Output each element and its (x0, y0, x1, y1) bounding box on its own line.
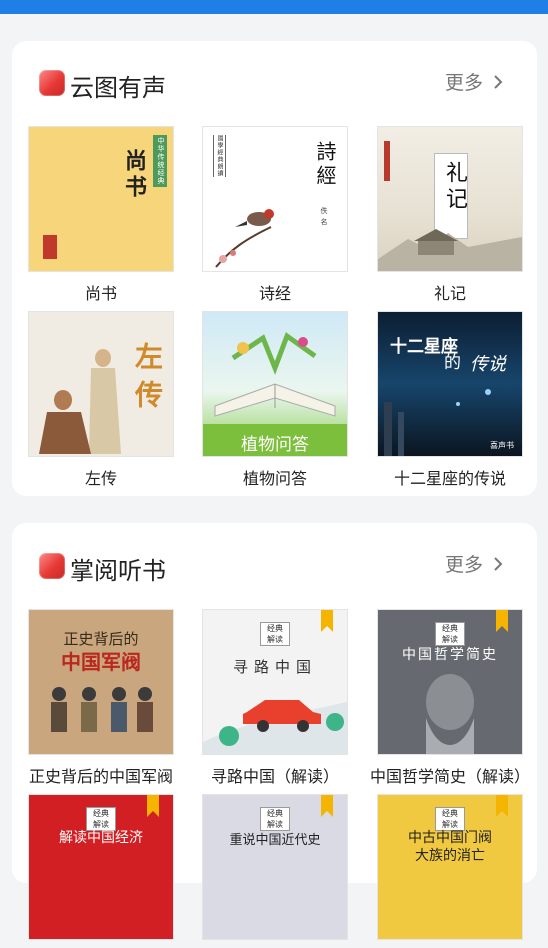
section-header: 掌阅听书 更多 (12, 523, 537, 603)
book-item[interactable]: 尚书 中华传统经典 尚书 (28, 126, 174, 304)
cover-tag: 國學經典朗讀 (213, 135, 226, 177)
book-title: 左传 (84, 469, 117, 488)
cover-tag (384, 141, 390, 181)
cover-title: 尚书 (121, 149, 146, 201)
book-item[interactable]: 经典 解读 寻路中国 寻路中国（解读） (202, 609, 348, 787)
cover-title-line2: 大族的消亡 (415, 848, 485, 864)
cover-title-c: 传说 (470, 354, 506, 375)
book-title: 植物问答 (242, 469, 307, 488)
badge-top: 经典 (442, 624, 458, 633)
book-item[interactable]: 经典 解读 中古中国门阀 大族的消亡 (377, 794, 523, 948)
classic-badge: 经典 解读 (260, 622, 290, 646)
open-book-illustration (214, 332, 336, 417)
book-item[interactable]: 礼记 礼记 (377, 126, 523, 304)
section-icon (39, 553, 65, 579)
landscape-illustration (378, 229, 522, 271)
portrait-illustration (426, 674, 474, 754)
book-title: 诗经 (258, 284, 291, 303)
bookmark-ribbon-icon (496, 795, 508, 817)
book-title: 礼记 (433, 284, 466, 303)
cover-title: 詩經 (313, 141, 337, 189)
bookmark-ribbon-icon (496, 610, 508, 632)
cover-title: 礼记 (442, 161, 467, 213)
book-item[interactable]: 詩經 國學經典朗讀 佚名 诗经 (202, 126, 348, 304)
book-cover: 经典 解读 中古中国门阀 大族的消亡 (377, 794, 523, 940)
more-link[interactable]: 更多 (445, 550, 505, 577)
book-item[interactable]: 正史背后的 中国军阀 正史背后的中国军阀 (28, 609, 174, 787)
bookmark-ribbon-icon (321, 795, 333, 817)
book-cover: 正史背后的 中国军阀 (28, 609, 174, 755)
chevron-right-icon (494, 74, 503, 89)
cover-title: 重说中国近代史 (229, 833, 321, 848)
cover-title: 植物问答 (241, 435, 309, 455)
badge-top: 经典 (93, 809, 109, 818)
book-title: 中国哲学简史（解读） (369, 767, 530, 786)
book-cover: 尚书 中华传统经典 (28, 126, 174, 272)
cover-title: 中国哲学简史 (402, 647, 498, 663)
cover-publisher: 喜声书 (490, 441, 514, 450)
book-cover: 经典 解读 寻路中国 (202, 609, 348, 755)
section-icon (39, 70, 65, 96)
car-illustration (203, 700, 347, 754)
book-cover: 十二星座 的 传说 喜声书 (377, 311, 523, 457)
more-link[interactable]: 更多 (445, 68, 505, 95)
book-cover: 植物问答 (202, 311, 348, 457)
badge-bottom: 解读 (267, 635, 283, 644)
book-cover: 经典 解读 重说中国近代史 (202, 794, 348, 940)
soldiers-illustration (51, 687, 153, 732)
cover-author: 佚名 (320, 207, 328, 229)
section-card-yuntu: 云图有声 更多 尚书 中华传统经典 尚书 詩經 國學經典朗讀 佚名 诗经 礼记 … (12, 41, 537, 496)
cover-title-b: 的 (444, 353, 461, 373)
book-title: 正史背后的中国军阀 (28, 767, 173, 786)
cover-title: 寻路中国 (232, 658, 317, 676)
book-item[interactable]: 十二星座 的 传说 喜声书 十二星座的传说 (377, 311, 523, 489)
book-item[interactable]: 左传 左传 (28, 311, 174, 489)
cover-title: 解读中国经济 (59, 830, 143, 846)
book-cover: 礼记 (377, 126, 523, 272)
book-item[interactable]: 经典 解读 解读中国经济 (28, 794, 174, 948)
section-card-zhangyue: 掌阅听书 更多 正史背后的 中国军阀 正史背后的中国军阀 经典 解读 寻路中国 … (12, 523, 537, 940)
badge-top: 经典 (267, 809, 283, 818)
book-cover: 经典 解读 中国哲学简史 (377, 609, 523, 755)
section-title: 云图有声 (70, 74, 166, 102)
book-cover: 詩經 國學經典朗讀 佚名 (202, 126, 348, 272)
cover-title-line1: 中古中国门阀 (408, 830, 492, 846)
bookmark-ribbon-icon (321, 610, 333, 632)
seal-stamp (43, 235, 57, 259)
chevron-right-icon (494, 556, 503, 571)
book-item[interactable]: 经典 解读 中国哲学简史 中国哲学简史（解读） (370, 609, 530, 787)
book-cover: 左传 (28, 311, 174, 457)
book-title: 寻路中国（解读） (210, 767, 339, 786)
bird-illustration (215, 209, 274, 268)
cover-tag: 中华传统经典 (153, 135, 167, 187)
book-item[interactable]: 植物问答 植物问答 (202, 311, 348, 489)
section-title: 掌阅听书 (70, 557, 166, 585)
book-title: 尚书 (84, 284, 117, 303)
classic-badge: 经典 解读 (260, 807, 290, 831)
cover-title-line2: 中国军阀 (61, 650, 141, 674)
figures-illustration (39, 349, 121, 454)
bookmark-ribbon-icon (147, 795, 159, 817)
book-item[interactable]: 经典 解读 重说中国近代史 (202, 794, 348, 948)
more-label: 更多 (444, 72, 483, 94)
more-label: 更多 (444, 554, 483, 576)
book-title: 十二星座的传说 (393, 469, 506, 488)
top-status-bar (0, 0, 548, 14)
cover-title: 左传 (131, 342, 164, 418)
badge-top: 经典 (442, 809, 458, 818)
book-cover: 经典 解读 解读中国经济 (28, 794, 174, 940)
section-header: 云图有声 更多 (12, 41, 537, 121)
badge-top: 经典 (267, 624, 283, 633)
classic-badge: 经典 解读 (435, 622, 465, 646)
